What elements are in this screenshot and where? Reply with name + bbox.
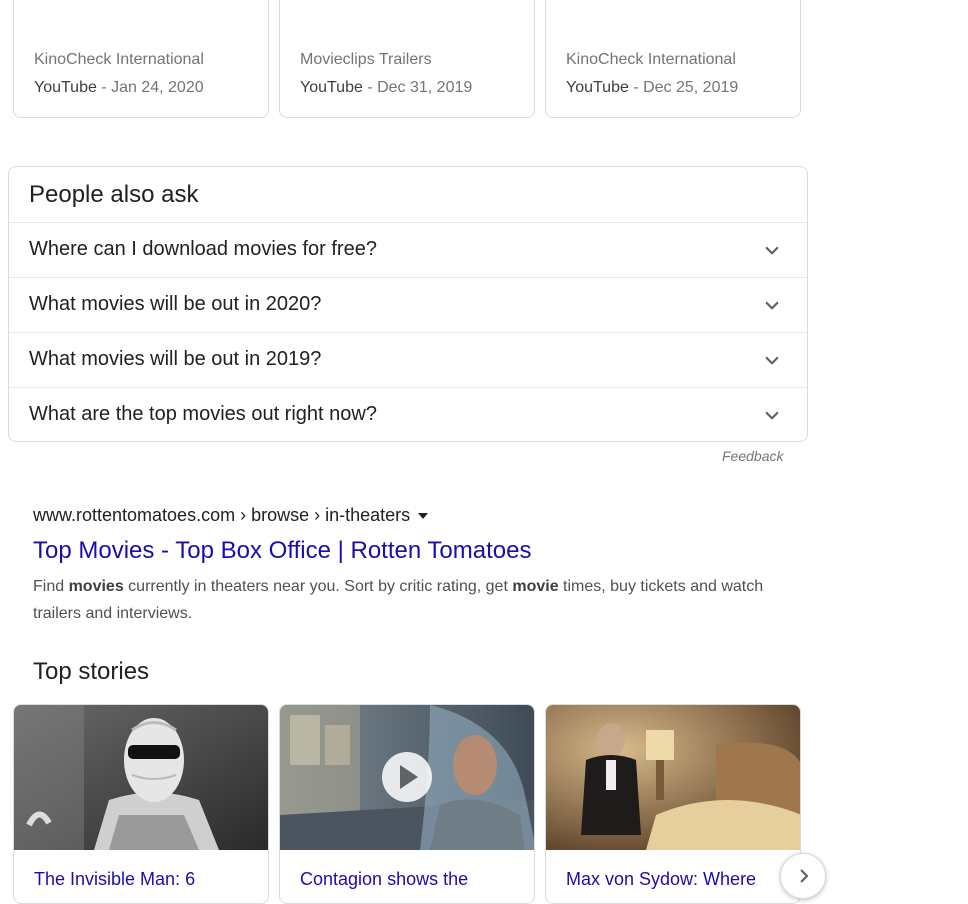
snippet-text: currently in theaters near you. Sort by … — [123, 578, 513, 595]
search-result: www.rottentomatoes.com › browse › in-the… — [33, 505, 793, 627]
video-date: Dec 25, 2019 — [643, 79, 739, 96]
video-card[interactable]: KinoCheck International YouTube - Dec 25… — [545, 0, 801, 118]
paa-question-row[interactable]: What are the top movies out right now? — [9, 387, 807, 442]
paa-question: Where can I download movies for free? — [29, 238, 377, 260]
people-also-ask-panel: People also ask Where can I download mov… — [8, 166, 808, 442]
video-channel: KinoCheck International — [34, 51, 204, 68]
video-channel: Movieclips Trailers — [300, 51, 432, 68]
video-channel: KinoCheck International — [566, 51, 736, 68]
paa-question-row[interactable]: What movies will be out in 2020? — [9, 277, 807, 332]
snippet-text: Find — [33, 578, 69, 595]
video-separator: - — [362, 79, 378, 96]
video-date: Jan 24, 2020 — [111, 79, 204, 96]
paa-question-row[interactable]: What movies will be out in 2019? — [9, 332, 807, 387]
video-meta: YouTube - Dec 25, 2019 — [566, 79, 738, 97]
video-source: YouTube — [300, 79, 363, 96]
video-separator: - — [96, 79, 112, 96]
story-thumbnail — [14, 705, 268, 850]
people-also-ask-title: People also ask — [29, 181, 199, 208]
video-date: Dec 31, 2019 — [377, 79, 473, 96]
video-separator: - — [628, 79, 644, 96]
chevron-down-icon[interactable] — [763, 242, 781, 260]
result-snippet: Find movies currently in theaters near y… — [33, 573, 793, 627]
video-card[interactable]: KinoCheck International YouTube - Jan 24… — [13, 0, 269, 118]
video-source: YouTube — [34, 79, 97, 96]
feedback-link[interactable]: Feedback — [722, 448, 783, 464]
video-meta: YouTube - Jan 24, 2020 — [34, 79, 204, 97]
chevron-down-icon[interactable] — [763, 352, 781, 370]
story-thumbnail — [546, 705, 800, 850]
video-meta: YouTube - Dec 31, 2019 — [300, 79, 472, 97]
story-headline[interactable]: The Invisible Man: 6 — [34, 869, 195, 890]
video-card[interactable]: Movieclips Trailers YouTube - Dec 31, 20… — [279, 0, 535, 118]
video-source: YouTube — [566, 79, 629, 96]
chevron-down-icon[interactable] — [763, 297, 781, 315]
video-carousel: KinoCheck International YouTube - Jan 24… — [13, 0, 803, 118]
carousel-next-button[interactable] — [780, 853, 826, 899]
story-thumbnail — [280, 705, 534, 850]
caret-down-icon[interactable] — [418, 513, 429, 520]
top-stories-title: Top stories — [33, 658, 150, 685]
story-card[interactable]: Contagion shows the — [279, 704, 535, 904]
chevron-down-icon[interactable] — [763, 407, 781, 425]
result-breadcrumb: www.rottentomatoes.com › browse › in-the… — [33, 505, 793, 527]
paa-question: What movies will be out in 2020? — [29, 293, 322, 315]
result-title-link[interactable]: Top Movies - Top Box Office | Rotten Tom… — [33, 537, 793, 565]
story-headline[interactable]: Contagion shows the — [300, 869, 468, 890]
story-card[interactable]: Max von Sydow: Where — [545, 704, 801, 904]
chevron-right-icon — [800, 869, 809, 883]
paa-question: What are the top movies out right now? — [29, 403, 377, 425]
story-headline[interactable]: Max von Sydow: Where — [566, 869, 756, 890]
result-url[interactable]: www.rottentomatoes.com › browse › in-the… — [33, 505, 410, 525]
paa-question-row[interactable]: Where can I download movies for free? — [9, 222, 807, 277]
paa-question: What movies will be out in 2019? — [29, 348, 322, 370]
story-card[interactable]: The Invisible Man: 6 — [13, 704, 269, 904]
snippet-highlight: movie — [512, 578, 559, 595]
snippet-highlight: movies — [68, 578, 124, 595]
